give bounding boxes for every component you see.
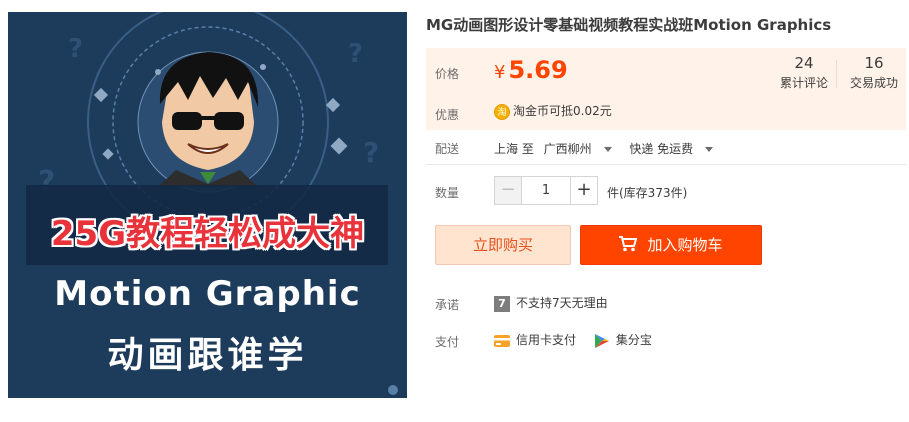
image-main-text: Motion Graphic bbox=[54, 274, 361, 314]
product-title: MG动画图形设计零基础视频教程实战班Motion Graphics bbox=[426, 16, 832, 34]
sales-label: 交易成功 bbox=[849, 76, 898, 90]
comments-stat[interactable]: 24 累计评论 bbox=[776, 54, 832, 91]
taobao-coin-icon: 淘 bbox=[494, 103, 510, 120]
credit-card-icon bbox=[494, 334, 510, 347]
svg-text:?: ? bbox=[68, 34, 83, 64]
shipping-row: 配送 上海 至 广西柳州 快递 免运费 bbox=[426, 140, 906, 160]
add-to-cart-label: 加入购物车 bbox=[647, 236, 723, 254]
price-label: 价格 bbox=[435, 67, 460, 81]
shipping-method-value: 快递 免运费 bbox=[629, 142, 694, 156]
svg-text:?: ? bbox=[348, 39, 363, 69]
comments-count: 24 bbox=[794, 54, 814, 72]
image-banner-text: 25G教程轻松成大神 bbox=[50, 214, 365, 254]
sales-count: 16 bbox=[864, 54, 884, 72]
destination-select[interactable]: 广西柳州 bbox=[544, 142, 612, 156]
increase-button[interactable]: + bbox=[570, 177, 597, 204]
quantity-input[interactable]: 1 bbox=[522, 177, 570, 204]
chevron-down-icon bbox=[704, 147, 713, 152]
promise-label: 承诺 bbox=[435, 298, 460, 312]
ship-from: 上海 至 bbox=[494, 142, 534, 156]
chevron-down-icon bbox=[603, 147, 612, 152]
destination-value: 广西柳州 bbox=[543, 142, 592, 156]
jifenbao-icon bbox=[594, 333, 609, 348]
add-to-cart-button[interactable]: 加入购物车 bbox=[580, 225, 762, 265]
stat-divider bbox=[836, 60, 837, 88]
image-sub-text: 动画跟谁学 bbox=[107, 335, 308, 376]
price-panel: 价格 ¥5.69 24 累计评论 16 交易成功 优惠 淘淘金币可抵0.02元 bbox=[426, 48, 906, 130]
product-image[interactable]: ? ? ? ? 25G教程轻松成大神 Motion Graphic 动画跟谁学 bbox=[8, 12, 407, 398]
cart-icon bbox=[619, 236, 638, 252]
payment-jifenbao[interactable]: 集分宝 bbox=[594, 331, 652, 349]
stock-text: 件(库存373件) bbox=[607, 186, 688, 200]
promise-row: 承诺 7 不支持7天无理由 bbox=[426, 294, 906, 314]
credit-card-label: 信用卡支付 bbox=[516, 333, 577, 347]
price-value: ¥5.69 bbox=[494, 56, 568, 84]
price-amount: 5.69 bbox=[508, 56, 568, 84]
payment-methods: 信用卡支付 集分宝 bbox=[494, 331, 666, 349]
payment-label: 支付 bbox=[435, 335, 460, 349]
quantity-row: 数量 − 1 + 件(库存373件) bbox=[426, 176, 906, 206]
promo-label: 优惠 bbox=[435, 108, 460, 122]
promise-info[interactable]: 7 不支持7天无理由 bbox=[494, 294, 608, 312]
section-divider bbox=[426, 164, 906, 165]
promise-text: 不支持7天无理由 bbox=[516, 296, 608, 310]
sales-stat: 16 交易成功 bbox=[843, 54, 905, 91]
promo-info: 淘淘金币可抵0.02元 bbox=[494, 102, 612, 120]
shipping-label: 配送 bbox=[435, 142, 460, 156]
payment-credit-card[interactable]: 信用卡支付 bbox=[494, 331, 576, 349]
currency-symbol: ¥ bbox=[494, 62, 506, 83]
quantity-stepper: − 1 + bbox=[494, 176, 598, 205]
shipping-info: 上海 至 广西柳州 快递 免运费 bbox=[494, 140, 719, 157]
shipping-method-select[interactable]: 快递 免运费 bbox=[629, 142, 713, 156]
decrease-button[interactable]: − bbox=[495, 177, 522, 204]
promo-text: 淘金币可抵0.02元 bbox=[513, 104, 612, 118]
quantity-label: 数量 bbox=[435, 186, 460, 200]
buy-now-button[interactable]: 立即购买 bbox=[435, 225, 571, 265]
jifenbao-label: 集分宝 bbox=[615, 333, 652, 347]
payment-row: 支付 信用卡支付 集分宝 bbox=[426, 331, 906, 351]
svg-text:?: ? bbox=[363, 136, 379, 169]
comments-label: 累计评论 bbox=[779, 76, 828, 90]
seven-day-icon: 7 bbox=[494, 295, 510, 312]
